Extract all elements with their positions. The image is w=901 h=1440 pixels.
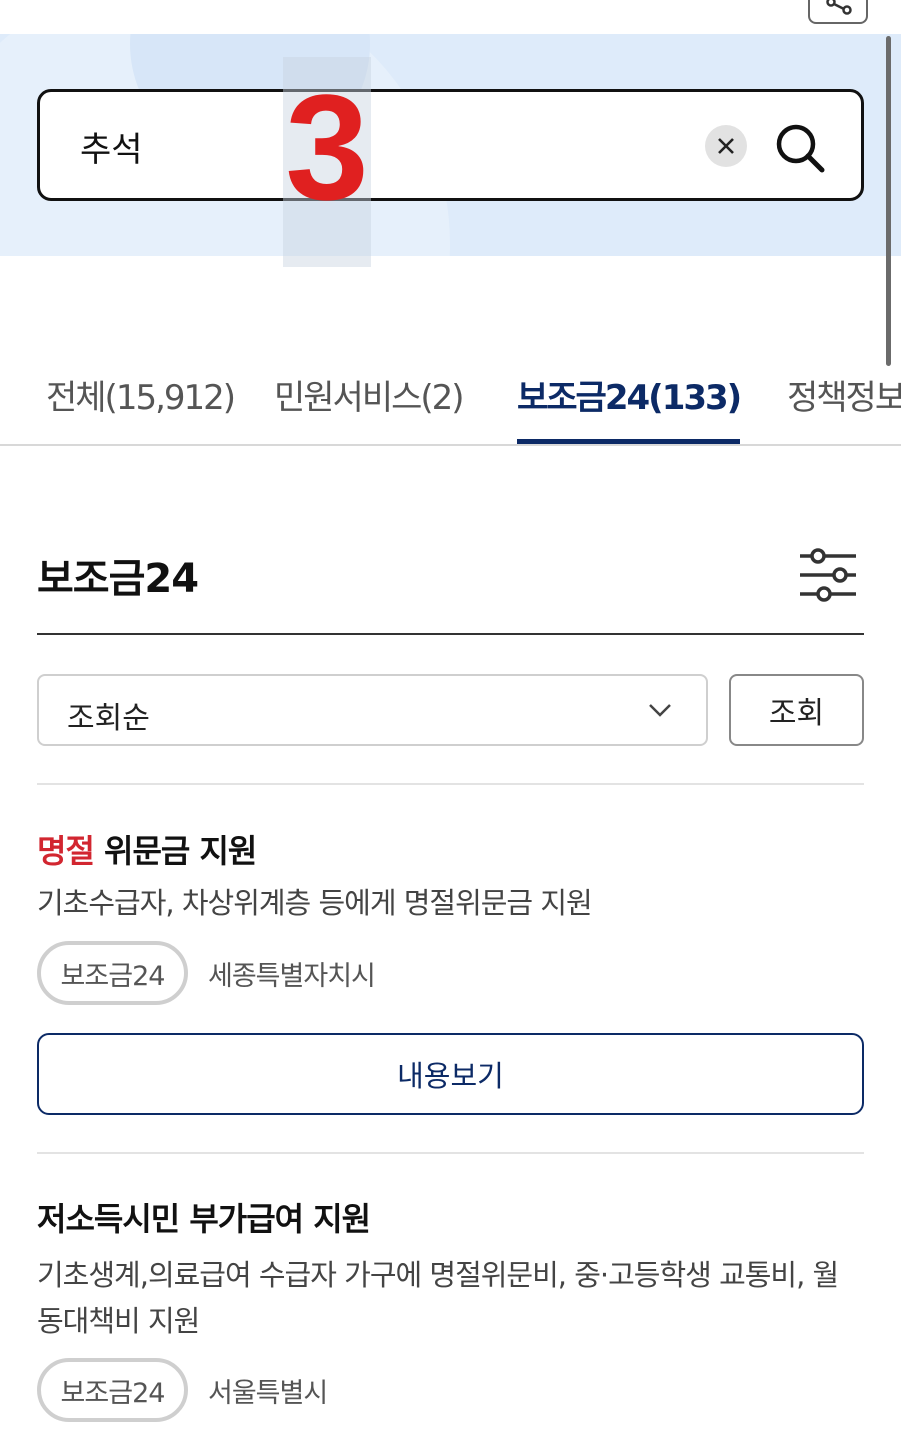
section-divider: [37, 633, 864, 635]
search-query[interactable]: 추석: [80, 122, 143, 171]
filter-sliders-icon: [800, 548, 856, 602]
close-icon: [718, 138, 734, 154]
tab-policy-info[interactable]: 정책정보: [787, 370, 901, 444]
result-title-text: 위문금 지원: [93, 832, 257, 870]
search-icon: [776, 124, 825, 173]
category-chip: 보조금24: [37, 941, 188, 1005]
scrollbar[interactable]: [886, 36, 891, 366]
tab-subsidy24[interactable]: 보조금24(133): [517, 370, 742, 444]
share-icon: [826, 0, 852, 15]
tab-all[interactable]: 전체(15,912): [46, 370, 236, 444]
result-description: 기초생계,의료급여 수급자 가구에 명절위문비, 중·고등학생 교통비, 월동대…: [37, 1258, 839, 1338]
result-tabs: 전체(15,912) 민원서비스(2) 보조금24(133) 정책정보: [0, 360, 901, 446]
view-details-button[interactable]: 내용보기: [37, 1033, 864, 1115]
result-region: 서울특별시: [208, 1378, 328, 1409]
list-divider: [37, 1152, 864, 1154]
result-title-highlight: 명절: [37, 832, 95, 870]
result-title[interactable]: 저소득시민 부가급여 지원: [37, 1194, 371, 1240]
share-button[interactable]: [808, 0, 868, 24]
category-chip: 보조금24: [37, 1358, 188, 1422]
chevron-down-icon: [649, 704, 671, 717]
section-title: 보조금24: [37, 556, 199, 602]
filter-button[interactable]: [796, 544, 860, 606]
result-description: 기초수급자, 차상위계층 등에게 명절위문금 지원: [37, 886, 593, 920]
result-title-text: 저소득시민 부가급여 지원: [37, 1200, 371, 1238]
query-button[interactable]: 조회: [729, 674, 864, 746]
tab-civil-service[interactable]: 민원서비스(2): [274, 370, 465, 444]
clear-search-button[interactable]: [705, 125, 747, 167]
list-divider: [37, 783, 864, 785]
search-button[interactable]: [770, 118, 830, 178]
sort-selected-value: 조회순: [67, 701, 150, 736]
sort-select[interactable]: 조회순: [37, 674, 708, 746]
step-number: 3: [285, 63, 369, 231]
result-title[interactable]: 명절 위문금 지원: [37, 826, 257, 872]
result-region: 세종특별자치시: [208, 961, 376, 992]
search-input[interactable]: 추석: [37, 89, 864, 201]
